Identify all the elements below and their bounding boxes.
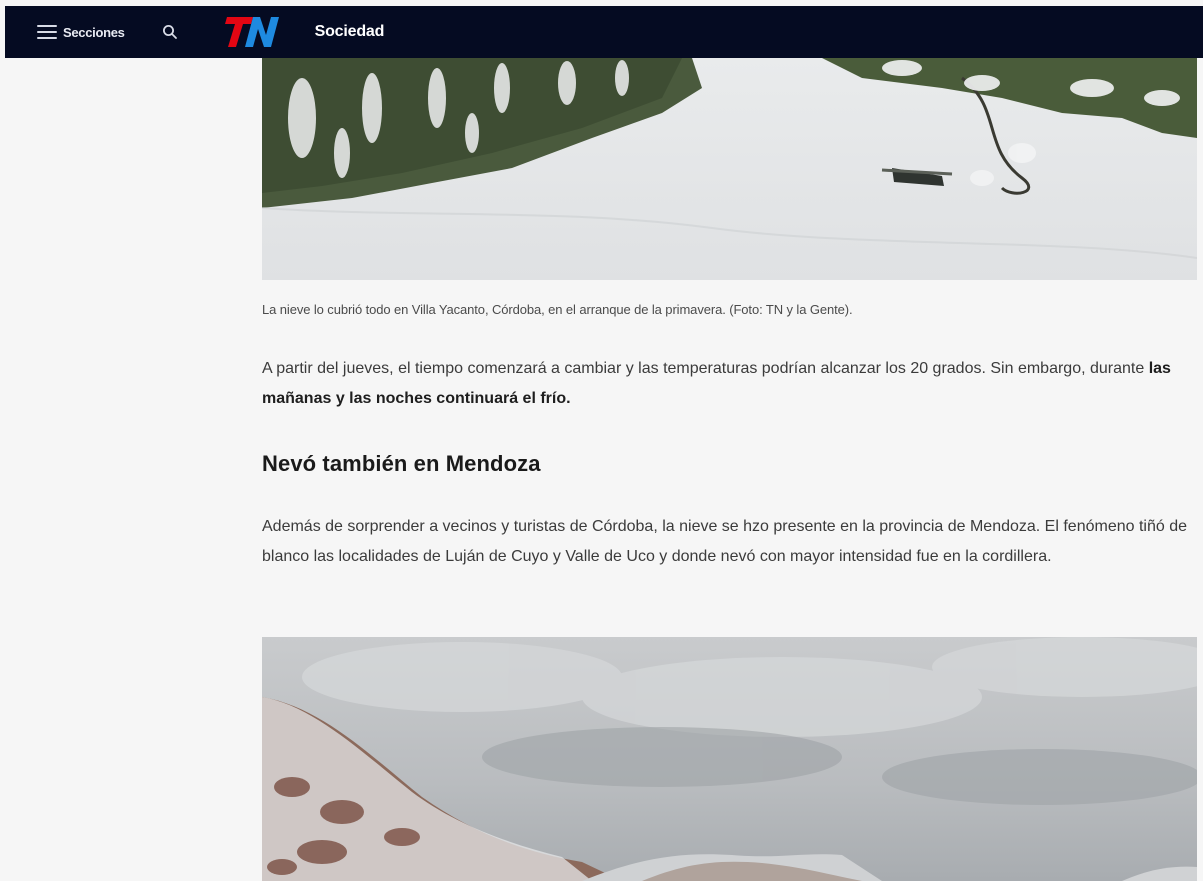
search-button[interactable] <box>159 21 181 43</box>
article-subheading: Nevó también en Mendoza <box>262 451 541 476</box>
mendoza-mountain-photo <box>262 637 1197 881</box>
article-paragraph-2: Además de sorprender a vecinos y turista… <box>262 518 1187 565</box>
article-paragraph-1: A partir del jueves, el tiempo comenzará… <box>262 360 1171 407</box>
hamburger-menu-icon <box>37 25 57 39</box>
snow-landscape-photo <box>262 58 1197 280</box>
section-link-sociedad[interactable]: Sociedad <box>315 23 385 41</box>
search-icon <box>162 25 177 39</box>
tn-logo[interactable]: TN <box>223 15 281 49</box>
top-navigation-bar: Secciones TN Sociedad <box>5 6 1203 58</box>
sections-menu-button[interactable]: Secciones <box>37 25 125 40</box>
sections-menu-label: Secciones <box>63 24 125 40</box>
photo-caption: La nieve lo cubrió todo en Villa Yacanto… <box>262 302 853 317</box>
